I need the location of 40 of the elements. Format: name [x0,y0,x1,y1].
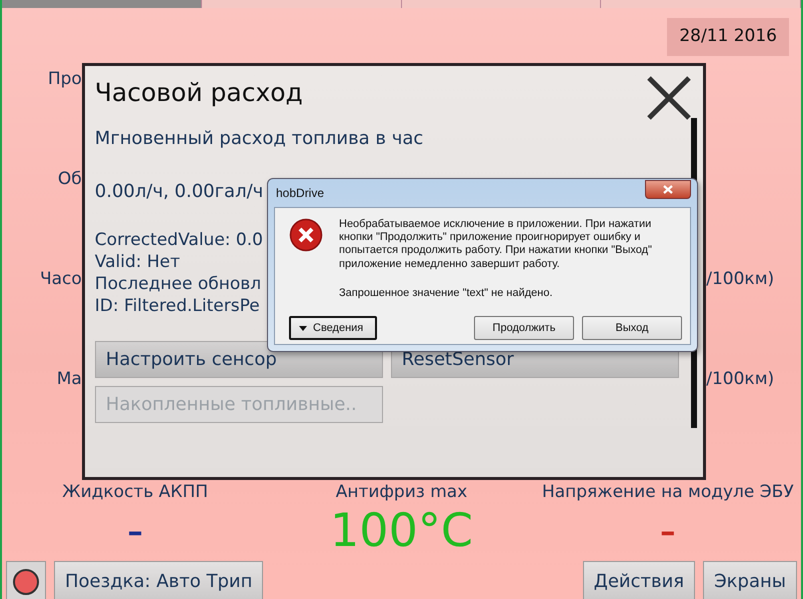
gauge-label: Ма [56,368,82,390]
gauge-label: Об [58,168,82,190]
gauge-label: /100км) [706,268,774,290]
menu-button[interactable]: Экраны [703,561,797,599]
gauge-value: - [660,505,676,556]
dialog-button[interactable]: Сведения [289,316,377,340]
error-detail: Запрошенное значение "text" не найдено. [339,286,554,300]
close-icon [663,185,673,194]
close-button[interactable] [645,180,691,199]
gauge-label: Про [48,68,82,90]
gauge-label: Часо [40,268,82,290]
dialog-button[interactable]: Выход [582,316,682,340]
error-message: Необрабатываемое исключение в приложении. При нажатии кнопки "Продолжить" приложение проигнорирует ошибку и попытается продолжить работу. При нажатии кнопки "Выход" приложение немедленно завершит работу. [339,218,653,271]
gauge-label: Напряжение на модуле ЭБУ [542,480,794,504]
gauge-label: /100км) [706,368,774,390]
record-button[interactable] [6,560,46,599]
detail-line: CorrectedValue: 0.0 [94,229,263,252]
gauge-label: Антифриз max [336,480,468,504]
gauge-value: - [126,505,144,556]
panel-subtitle: Мгновенный расход топлива в час [94,127,424,151]
dialog-button[interactable]: Продолжить [474,316,574,340]
detail-line: Последнее обновл [94,273,262,296]
menu-button[interactable]: Действия [582,561,696,599]
close-icon[interactable] [645,74,694,122]
record-icon [12,568,40,596]
fuel-reading: 0.00л/ч, 0.00гал/ч [94,180,264,204]
screen-tab[interactable] [601,0,801,8]
screen-tab[interactable] [2,0,202,8]
trip-button[interactable]: Поездка: Авто Трип [54,561,264,599]
screen-tab[interactable] [202,0,402,8]
gauge-value: 100°C [330,505,473,556]
caret-icon [299,326,307,331]
screen-tab[interactable] [402,0,602,8]
gauge-label: Жидкость АКПП [62,480,208,504]
detail-line: ID: Filtered.LitersPe [94,295,260,318]
dialog-title: hobDrive [275,185,326,202]
error-icon [289,218,323,252]
detail-line: Valid: Нет [94,251,180,274]
date-label: 28/11 2016 [667,18,789,56]
panel-title: Часовой расход [94,76,303,108]
